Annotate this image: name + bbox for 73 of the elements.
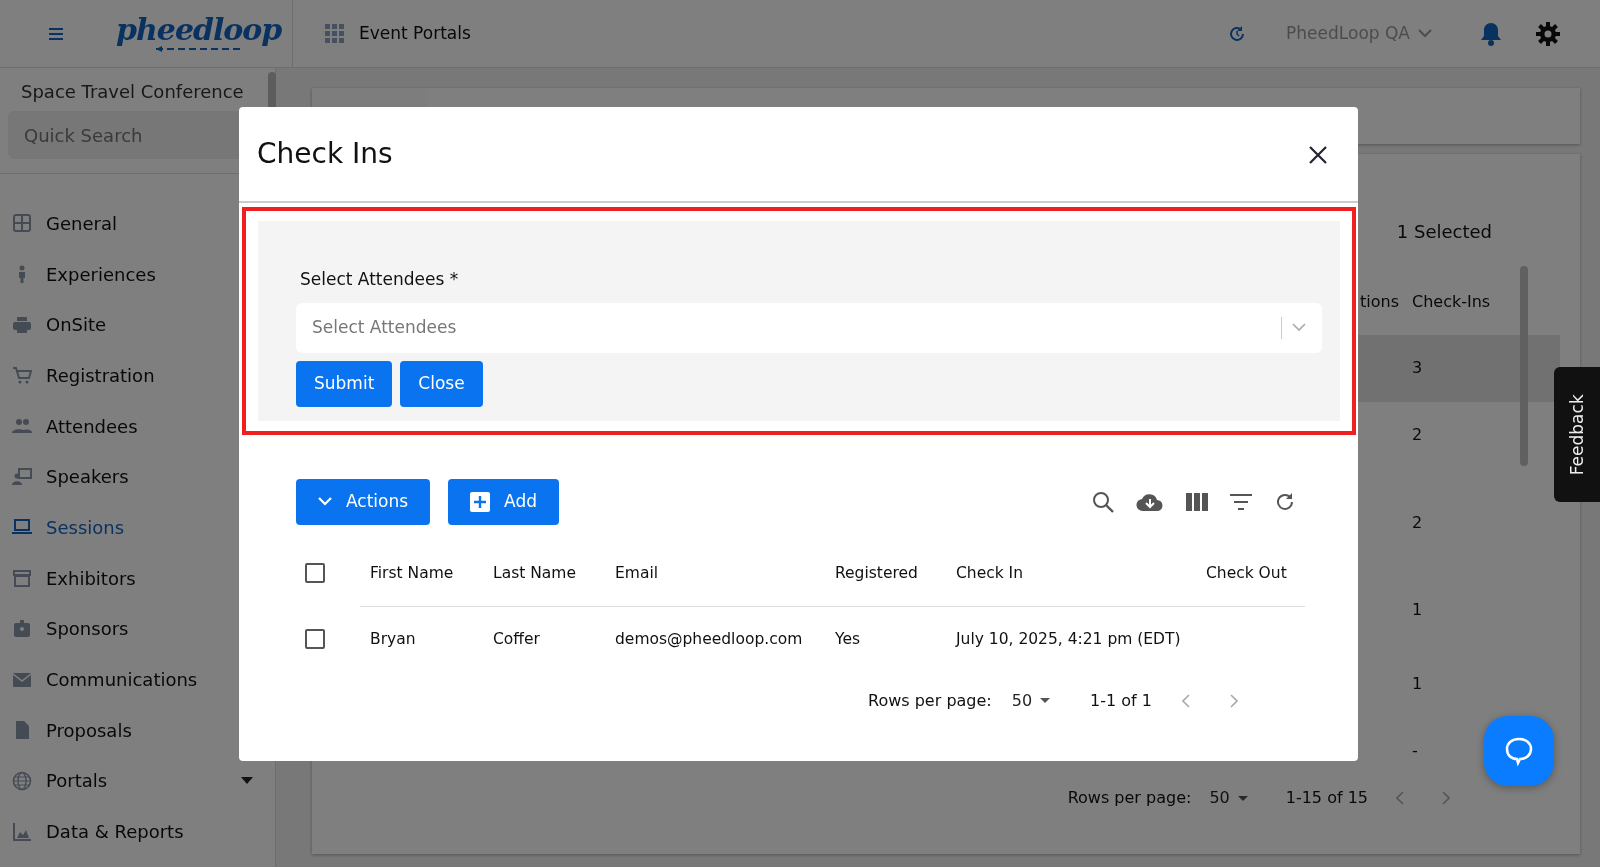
sidebar-item[interactable]: Data & Reports xyxy=(0,806,275,857)
filter-icon[interactable] xyxy=(1230,493,1252,510)
table-cell: Yes xyxy=(825,606,946,673)
table-cell: Bryan xyxy=(360,606,483,673)
chevron-down-icon xyxy=(1292,323,1306,332)
column-header: First Name xyxy=(360,540,483,607)
checkbox[interactable] xyxy=(305,629,325,650)
column-header: Last Name xyxy=(483,540,605,607)
sidebar-item[interactable]: Attendees xyxy=(0,400,275,452)
sidebar-item[interactable]: Experiences xyxy=(0,248,275,300)
actions-button[interactable]: Actions xyxy=(296,478,431,525)
sidebar-item[interactable]: Exhibitors xyxy=(0,552,275,604)
chart-icon xyxy=(12,821,32,842)
add-button[interactable]: Add xyxy=(448,478,560,525)
chevron-down-icon xyxy=(318,497,332,506)
logo[interactable]: pheedloop xyxy=(116,14,282,45)
storefront-icon xyxy=(12,568,32,589)
rows-per-page-dropdown[interactable]: 50 xyxy=(1209,786,1248,810)
column-header: Check Out xyxy=(1196,540,1305,607)
table-cell-text: 3 xyxy=(1412,357,1424,380)
table-cell-text: 2 xyxy=(1412,423,1424,446)
refresh-icon[interactable] xyxy=(1228,24,1247,43)
close-button[interactable]: Close xyxy=(400,360,483,407)
sidebar-item[interactable]: Registration xyxy=(0,350,275,401)
globe-icon xyxy=(12,770,32,791)
cart-icon xyxy=(12,365,32,386)
cloud-download-icon[interactable] xyxy=(1136,491,1164,512)
table-cell: July 10, 2025, 4:21 pm (EDT) xyxy=(946,606,1196,673)
sidebar-item[interactable]: Communications xyxy=(0,654,275,705)
columns-icon[interactable] xyxy=(1186,492,1208,511)
presenter-icon xyxy=(12,466,32,487)
submit-button[interactable]: Submit xyxy=(296,360,393,407)
rows-per-page-label: Rows per page: xyxy=(868,689,992,712)
dialog-title: Check Ins xyxy=(257,137,393,171)
checkbox[interactable] xyxy=(305,563,325,584)
page-range: 1-15 of 15 xyxy=(1285,787,1368,809)
caret-icon xyxy=(1040,698,1051,703)
event-name: Space Travel Conference xyxy=(20,80,245,104)
sidebar-item[interactable]: Sessions xyxy=(0,502,275,553)
column-header: Check In xyxy=(946,540,1196,607)
rows-per-page-label: Rows per page: xyxy=(1067,787,1192,809)
sidebar-item[interactable]: OnSite xyxy=(0,299,275,351)
bell-icon[interactable] xyxy=(1480,21,1502,46)
chat-button[interactable] xyxy=(1484,716,1554,786)
table-cell: Coffer xyxy=(483,606,605,673)
sidebar-item[interactable]: General xyxy=(0,198,275,249)
menu-icon[interactable] xyxy=(48,26,64,41)
grid-icon xyxy=(12,213,32,234)
sidebar-item[interactable]: Sponsors xyxy=(0,603,275,655)
column-header: Check-Ins xyxy=(1412,290,1492,313)
feedback-tab[interactable]: Feedback xyxy=(1554,367,1600,502)
search-icon[interactable] xyxy=(1092,490,1114,513)
table-cell-text: - xyxy=(1412,739,1419,762)
chat-bubble-icon xyxy=(1503,735,1535,767)
id-badge-icon xyxy=(12,618,32,639)
app-menu-link[interactable]: Event Portals xyxy=(359,20,471,47)
column-header: tions xyxy=(1360,290,1400,313)
sidebar-item[interactable]: Portals xyxy=(0,755,275,807)
attendee-select[interactable]: Select Attendees xyxy=(296,302,1322,353)
plus-square-icon xyxy=(470,491,491,512)
sidebar-item[interactable]: Speakers xyxy=(0,451,275,503)
field-label: Select Attendees * xyxy=(300,268,460,291)
page-range: 1-1 of 1 xyxy=(1090,689,1152,712)
rows-per-page-dropdown[interactable]: 50 xyxy=(1011,688,1051,713)
scrollbar-thumb[interactable] xyxy=(1520,266,1528,466)
sidebar-item[interactable]: Proposals xyxy=(0,704,275,756)
selection-count: 1 Selected xyxy=(1396,220,1492,244)
printer-icon xyxy=(12,314,32,335)
column-header: Registered xyxy=(825,540,946,607)
chevron-down-icon xyxy=(1418,29,1432,38)
table-cell: demos@pheedloop.com xyxy=(605,606,825,673)
caret-icon xyxy=(1237,795,1248,801)
column-header: Email xyxy=(605,540,825,607)
